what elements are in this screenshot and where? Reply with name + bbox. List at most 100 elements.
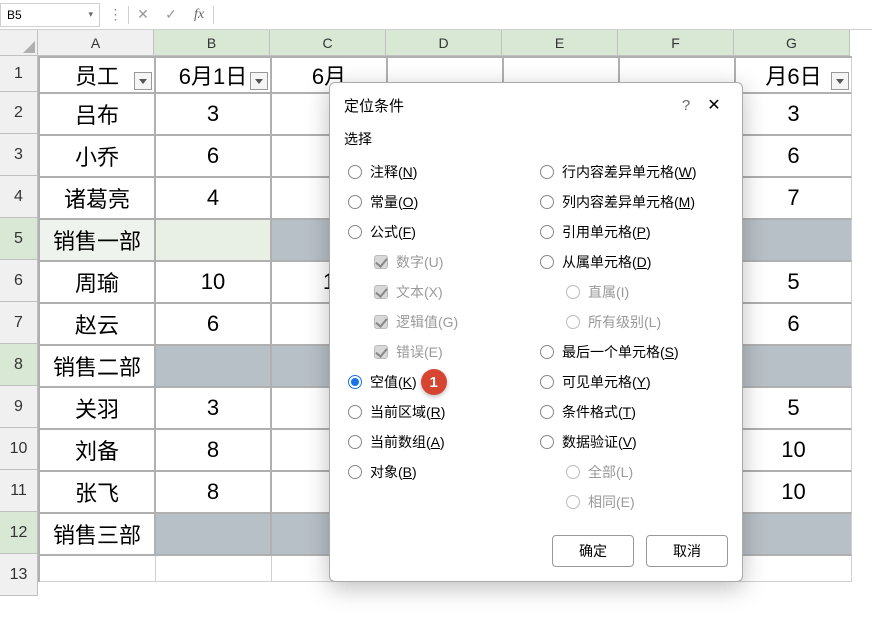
row-headers: 12345678910111213 — [0, 56, 38, 596]
cell[interactable]: 10 — [736, 430, 852, 472]
cell[interactable] — [736, 220, 852, 262]
cell[interactable]: 5 — [736, 262, 852, 304]
column-header[interactable]: F — [618, 30, 734, 56]
option-radio[interactable]: 当前区域(R) — [344, 397, 536, 427]
cell[interactable]: 吕布 — [40, 94, 156, 136]
row-header[interactable]: 8 — [0, 344, 38, 386]
cell[interactable]: 10 — [156, 262, 272, 304]
option-checkbox[interactable]: 错误(E) — [344, 337, 536, 367]
name-box[interactable]: B5 ▾ — [0, 3, 100, 27]
cell[interactable]: 销售三部 — [40, 514, 156, 556]
row-header[interactable]: 1 — [0, 56, 38, 92]
cell[interactable]: 4 — [156, 178, 272, 220]
row-header[interactable]: 12 — [0, 512, 38, 554]
column-header[interactable]: A — [38, 30, 154, 56]
cell[interactable]: 6 — [156, 304, 272, 346]
radio-icon — [348, 465, 362, 479]
option-radio[interactable]: 从属单元格(D) — [536, 247, 728, 277]
option-radio[interactable]: 对象(B) — [344, 457, 536, 487]
ok-button[interactable]: 确定 — [552, 535, 634, 567]
option-checkbox[interactable]: 逻辑值(G) — [344, 307, 536, 337]
cell[interactable]: 关羽 — [40, 388, 156, 430]
cell[interactable]: 员工 — [40, 58, 156, 94]
option-radio[interactable]: 当前数组(A) — [344, 427, 536, 457]
checkbox-icon — [374, 285, 388, 299]
close-button[interactable]: ✕ — [700, 95, 728, 115]
column-header[interactable]: E — [502, 30, 618, 56]
cell[interactable] — [156, 220, 272, 262]
cell[interactable]: 8 — [156, 430, 272, 472]
option-radio[interactable]: 可见单元格(Y) — [536, 367, 728, 397]
cell[interactable]: 3 — [156, 94, 272, 136]
cell[interactable]: 6 — [156, 136, 272, 178]
chevron-down-icon[interactable]: ▾ — [88, 9, 93, 20]
column-header[interactable]: C — [270, 30, 386, 56]
cell[interactable] — [156, 346, 272, 388]
option-radio[interactable]: 列内容差异单元格(M) — [536, 187, 728, 217]
options-left-column: 注释(N)常量(O)公式(F)数字(U)文本(X)逻辑值(G)错误(E)空值(K… — [344, 157, 536, 517]
option-radio[interactable]: 条件格式(T) — [536, 397, 728, 427]
radio-icon — [540, 255, 554, 269]
cell[interactable]: 8 — [156, 472, 272, 514]
formula-input[interactable] — [214, 3, 872, 27]
cell[interactable] — [736, 514, 852, 556]
option-radio[interactable]: 注释(N) — [344, 157, 536, 187]
cell[interactable]: 赵云 — [40, 304, 156, 346]
row-header[interactable]: 5 — [0, 218, 38, 260]
cell[interactable]: 7 — [736, 178, 852, 220]
row-header[interactable]: 9 — [0, 386, 38, 428]
row-header[interactable]: 7 — [0, 302, 38, 344]
column-header[interactable]: B — [154, 30, 270, 56]
row-header[interactable]: 10 — [0, 428, 38, 470]
cell[interactable]: 刘备 — [40, 430, 156, 472]
option-radio[interactable]: 空值(K)1 — [344, 367, 536, 397]
cell[interactable]: 10 — [736, 472, 852, 514]
filter-dropdown-icon[interactable] — [250, 72, 268, 90]
option-radio[interactable]: 行内容差异单元格(W) — [536, 157, 728, 187]
fx-button[interactable]: fx — [185, 3, 213, 27]
cell[interactable]: 6 — [736, 304, 852, 346]
cell[interactable]: 诸葛亮 — [40, 178, 156, 220]
option-radio[interactable]: 常量(O) — [344, 187, 536, 217]
option-checkbox[interactable]: 文本(X) — [344, 277, 536, 307]
row-header[interactable]: 6 — [0, 260, 38, 302]
cell[interactable]: 销售二部 — [40, 346, 156, 388]
option-radio[interactable]: 最后一个单元格(S) — [536, 337, 728, 367]
cell[interactable] — [156, 514, 272, 556]
cancel-button[interactable]: 取消 — [646, 535, 728, 567]
option-label: 所有级别(L) — [588, 312, 661, 332]
row-header[interactable]: 3 — [0, 134, 38, 176]
cell[interactable]: 张飞 — [40, 472, 156, 514]
column-header[interactable]: D — [386, 30, 502, 56]
cell[interactable]: 小乔 — [40, 136, 156, 178]
dialog-body: 选择 注释(N)常量(O)公式(F)数字(U)文本(X)逻辑值(G)错误(E)空… — [330, 129, 742, 525]
option-checkbox[interactable]: 数字(U) — [344, 247, 536, 277]
option-radio[interactable]: 引用单元格(P) — [536, 217, 728, 247]
cell[interactable]: 6月1日 — [156, 58, 272, 94]
row-header[interactable]: 2 — [0, 92, 38, 134]
select-all-corner[interactable] — [0, 30, 38, 56]
cell[interactable]: 6 — [736, 136, 852, 178]
cell[interactable]: 3 — [736, 94, 852, 136]
cell[interactable] — [736, 556, 852, 582]
filter-dropdown-icon[interactable] — [134, 72, 152, 90]
filter-dropdown-icon[interactable] — [831, 72, 849, 90]
help-button[interactable]: ? — [672, 97, 700, 114]
cell[interactable]: 月6日 — [736, 58, 852, 94]
row-header[interactable]: 4 — [0, 176, 38, 218]
cell[interactable] — [736, 346, 852, 388]
option-radio[interactable]: 数据验证(V) — [536, 427, 728, 457]
cell[interactable] — [40, 556, 156, 582]
cell[interactable] — [156, 556, 272, 582]
section-label: 选择 — [344, 129, 728, 149]
cell[interactable]: 周瑜 — [40, 262, 156, 304]
option-radio[interactable]: 公式(F) — [344, 217, 536, 247]
radio-icon — [540, 345, 554, 359]
row-header[interactable]: 13 — [0, 554, 38, 596]
column-header[interactable]: G — [734, 30, 850, 56]
cell[interactable]: 5 — [736, 388, 852, 430]
row-header[interactable]: 11 — [0, 470, 38, 512]
radio-icon — [540, 195, 554, 209]
cell[interactable]: 销售一部 — [40, 220, 156, 262]
cell[interactable]: 3 — [156, 388, 272, 430]
